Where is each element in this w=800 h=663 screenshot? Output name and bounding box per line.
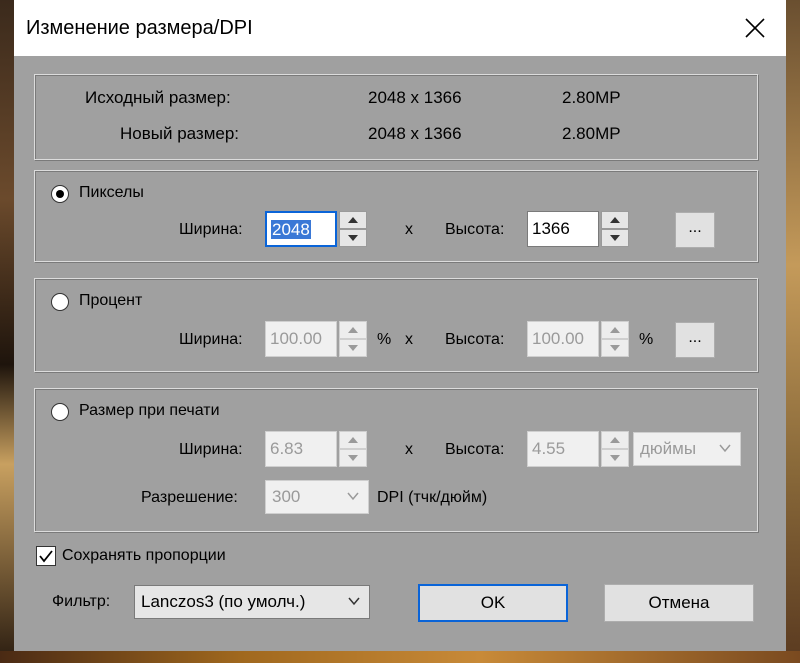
spin-down-button[interactable] <box>601 449 629 467</box>
percent-width-value: 100.00 <box>270 329 322 348</box>
pixels-height-value: 1366 <box>532 219 570 238</box>
keep-proportions-label[interactable]: Сохранять пропорции <box>62 547 226 565</box>
chevron-down-icon <box>347 492 359 501</box>
original-megapixels: 2.80MP <box>562 88 621 107</box>
arrow-down-icon <box>348 235 358 241</box>
resolution-unit: DPI (тчк/дюйм) <box>377 489 488 506</box>
spin-up-button[interactable] <box>601 211 629 229</box>
ok-button[interactable]: OK <box>418 584 568 622</box>
size-info-group: Исходный размер: 2048 x 1366 2.80MP Новы… <box>34 74 758 160</box>
close-button[interactable] <box>724 0 786 56</box>
spin-down-button[interactable] <box>339 229 367 247</box>
new-size-label: Новый размер: <box>120 124 240 143</box>
arrow-up-icon <box>348 437 358 443</box>
pixels-width-input[interactable]: 2048 <box>265 211 337 247</box>
arrow-down-icon <box>348 455 358 461</box>
print-width-input[interactable]: 6.83 <box>265 431 337 467</box>
percent-width-spinner[interactable] <box>339 321 367 357</box>
pixels-radio-label[interactable]: Пикселы <box>79 184 144 202</box>
checkmark-icon <box>39 550 53 563</box>
filter-label: Фильтр: <box>52 593 111 610</box>
pixels-height-label: Высота: <box>445 221 505 238</box>
pixels-width-value: 2048 <box>271 220 311 239</box>
resolution-value: 300 <box>272 487 301 506</box>
background-photo-bottom <box>0 651 800 663</box>
spin-down-button[interactable] <box>339 449 367 467</box>
spin-up-button[interactable] <box>339 431 367 449</box>
pixels-more-button[interactable]: ... <box>675 212 715 248</box>
percent-more-button[interactable]: ... <box>675 322 715 358</box>
percent-group: Процент Ширина: 100.00 % x Высота: 100.0… <box>34 278 758 372</box>
filter-select[interactable]: Lanczos3 (по умолч.) <box>134 585 370 619</box>
arrow-up-icon <box>610 217 620 223</box>
percent-width-input[interactable]: 100.00 <box>265 321 337 357</box>
percent-height-value: 100.00 <box>532 329 584 348</box>
percent-height-label: Высота: <box>445 331 505 348</box>
arrow-up-icon <box>348 217 358 223</box>
percent-times-sign: x <box>405 331 413 348</box>
print-size-radio-label[interactable]: Размер при печати <box>79 402 220 420</box>
percent-width-label: Ширина: <box>179 331 243 348</box>
pixels-width-label: Ширина: <box>179 221 243 238</box>
arrow-down-icon <box>610 455 620 461</box>
print-size-radio[interactable] <box>51 403 69 421</box>
arrow-up-icon <box>610 327 620 333</box>
resolution-select[interactable]: 300 <box>265 480 369 514</box>
cancel-button[interactable]: Отмена <box>604 584 754 622</box>
chevron-down-icon <box>719 444 731 453</box>
percent-radio-label[interactable]: Процент <box>79 292 142 310</box>
spin-down-button[interactable] <box>601 229 629 247</box>
print-height-spinner[interactable] <box>601 431 629 467</box>
spin-up-button[interactable] <box>601 431 629 449</box>
arrow-down-icon <box>610 235 620 241</box>
original-size-label: Исходный размер: <box>85 88 231 107</box>
print-times-sign: x <box>405 441 413 458</box>
background-photo-right <box>786 0 800 663</box>
spin-up-button[interactable] <box>339 321 367 339</box>
print-unit-value: дюймы <box>640 439 697 458</box>
percent-radio[interactable] <box>51 293 69 311</box>
title-bar: Изменение размера/DPI <box>14 0 786 56</box>
pixels-width-spinner[interactable] <box>339 211 367 247</box>
chevron-down-icon <box>348 597 360 606</box>
spin-down-button[interactable] <box>339 339 367 357</box>
new-size-value: 2048 x 1366 <box>368 124 462 143</box>
percent-width-unit: % <box>377 331 392 348</box>
keep-proportions-checkbox[interactable] <box>36 546 56 566</box>
percent-height-input[interactable]: 100.00 <box>527 321 599 357</box>
resize-dpi-dialog: Изменение размера/DPI Исходный размер: 2… <box>14 0 786 651</box>
print-size-group: Размер при печати Ширина: 6.83 x Высота:… <box>34 388 758 532</box>
print-height-input[interactable]: 4.55 <box>527 431 599 467</box>
arrow-up-icon <box>610 437 620 443</box>
original-size-value: 2048 x 1366 <box>368 88 462 107</box>
spin-up-button[interactable] <box>601 321 629 339</box>
filter-value: Lanczos3 (по умолч.) <box>141 592 306 611</box>
print-height-label: Высота: <box>445 441 505 458</box>
spin-down-button[interactable] <box>601 339 629 357</box>
dialog-title: Изменение размера/DPI <box>26 17 253 39</box>
background-photo-left <box>0 0 14 663</box>
print-width-label: Ширина: <box>179 441 243 458</box>
percent-height-unit: % <box>639 331 654 348</box>
print-width-spinner[interactable] <box>339 431 367 467</box>
pixels-times-sign: x <box>405 221 413 238</box>
pixels-group: Пикселы Ширина: 2048 x Высота: 1366 ... <box>34 170 758 262</box>
pixels-height-spinner[interactable] <box>601 211 629 247</box>
spin-up-button[interactable] <box>339 211 367 229</box>
arrow-down-icon <box>348 345 358 351</box>
arrow-up-icon <box>348 327 358 333</box>
percent-height-spinner[interactable] <box>601 321 629 357</box>
new-megapixels: 2.80MP <box>562 124 621 143</box>
print-unit-select[interactable]: дюймы <box>633 432 741 466</box>
print-height-value: 4.55 <box>532 439 566 458</box>
close-icon <box>745 18 765 38</box>
pixels-radio[interactable] <box>51 185 69 203</box>
print-width-value: 6.83 <box>270 439 304 458</box>
arrow-down-icon <box>610 345 620 351</box>
resolution-label: Разрешение: <box>141 489 238 506</box>
pixels-height-input[interactable]: 1366 <box>527 211 599 247</box>
